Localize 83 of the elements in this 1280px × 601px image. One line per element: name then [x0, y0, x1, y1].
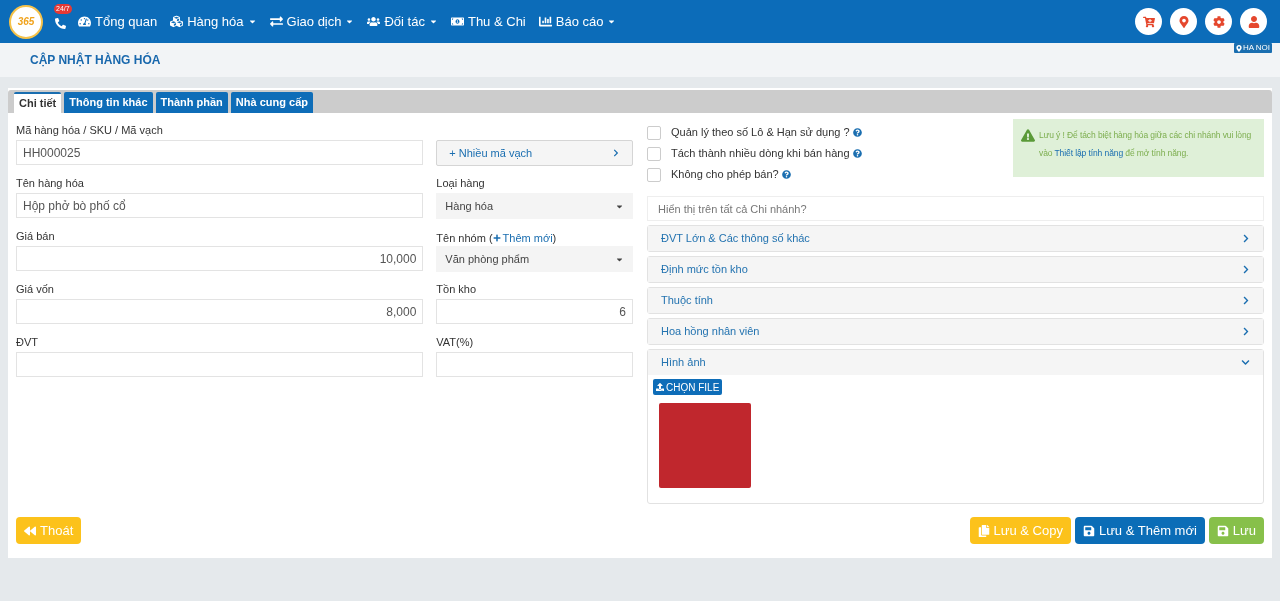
- double-left-icon: [24, 524, 36, 537]
- bar-chart-icon: [538, 15, 552, 28]
- chevron-right-icon: [1242, 296, 1250, 305]
- map-pin-button[interactable]: [1170, 8, 1197, 35]
- chevron-right-icon: [1242, 234, 1250, 243]
- page-title: CẬP NHẬT HÀNG HÓA: [30, 51, 161, 69]
- nav-menu-item[interactable]: Hàng hóa: [170, 11, 257, 32]
- select-field[interactable]: Hàng hóa: [436, 193, 633, 219]
- field-label: VAT(%): [436, 335, 475, 350]
- tab[interactable]: Thành phần: [155, 92, 228, 113]
- accordion-header[interactable]: Thuộc tính: [648, 288, 1263, 313]
- plus-icon: [492, 233, 501, 242]
- cubes-icon: [170, 15, 184, 28]
- cart-button[interactable]: [1135, 8, 1162, 35]
- caret-icon: [345, 17, 355, 26]
- checkbox[interactable]: [647, 167, 661, 182]
- map-pin-icon: [1177, 15, 1190, 28]
- dashboard-icon: [78, 15, 91, 28]
- help-icon[interactable]: [781, 170, 791, 179]
- field-label: Loại hàng: [436, 176, 486, 191]
- chevron-right-icon: [612, 149, 620, 157]
- nav-menu-item[interactable]: Thu & Chi: [450, 11, 526, 32]
- chevron-down-icon: [1241, 358, 1250, 367]
- field-label: Tên hàng hóa: [16, 176, 85, 191]
- chevron-right-icon: [1242, 327, 1250, 336]
- accordion-header[interactable]: ĐVT Lớn & Các thông số khác: [648, 226, 1263, 251]
- input-field[interactable]: 8,000: [16, 299, 424, 324]
- checkbox[interactable]: [647, 146, 661, 161]
- field-label: Giá bán: [16, 229, 56, 244]
- settings-link[interactable]: Thiết lập tính năng: [1054, 148, 1123, 158]
- field-label: Tên nhóm (: [436, 230, 493, 245]
- input-field[interactable]: HH000025: [16, 140, 424, 165]
- settings-icon: [1212, 15, 1225, 28]
- field-label: Mã hàng hóa / SKU / Mã vạch: [16, 123, 164, 138]
- phone-icon[interactable]: [55, 18, 66, 29]
- field-label: ĐVT: [16, 335, 39, 350]
- input-field[interactable]: 6: [436, 299, 633, 324]
- nav-menu-item[interactable]: Tổng quan: [78, 11, 158, 32]
- caret-icon: [247, 17, 257, 26]
- barcodes-button[interactable]: + Nhiều mã vạch: [436, 140, 633, 166]
- add-new-link[interactable]: Thêm mới: [492, 230, 553, 245]
- branch-field[interactable]: Hiển thị trên tất cả Chi nhánh?: [647, 196, 1264, 221]
- accordion-header[interactable]: Hình ảnh: [648, 350, 1263, 375]
- upload-button[interactable]: CHỌN FILE: [653, 379, 723, 395]
- input-field[interactable]: Hộp phở bò phố cổ: [16, 193, 424, 218]
- copy-icon: [977, 524, 990, 537]
- warning-icon: [1021, 129, 1035, 142]
- caret-icon: [428, 17, 438, 26]
- alert-text: Lưu ý ! Để tách biệt hàng hóa giữa các chi nhánh vui lòng vào Thiết lập tính năng để mở tính năng.: [1039, 129, 1253, 160]
- cart-icon: [1142, 15, 1155, 28]
- map-pin-icon: [1235, 44, 1242, 52]
- chevron-right-icon: [1242, 265, 1250, 274]
- help-icon[interactable]: [852, 149, 862, 158]
- user-button[interactable]: [1240, 8, 1267, 35]
- tab[interactable]: Chi tiết: [14, 92, 62, 113]
- checkbox-label: Không cho phép bán?: [671, 167, 779, 183]
- upload-icon: [656, 383, 664, 391]
- nav-menu-item[interactable]: Báo cáo: [538, 11, 617, 32]
- accordion-header[interactable]: Hoa hồng nhân viên: [648, 319, 1263, 344]
- input-field[interactable]: 10,000: [16, 246, 424, 271]
- checkbox[interactable]: [647, 125, 661, 140]
- exchange-arrows-icon: [269, 15, 283, 28]
- input-field[interactable]: [16, 352, 424, 377]
- caret-icon: [607, 17, 617, 26]
- nav-menu-item[interactable]: Giao dịch: [269, 11, 355, 32]
- tab[interactable]: Thông tin khác: [64, 92, 153, 113]
- money-bill-icon: [450, 15, 464, 28]
- checkbox-label: Tách thành nhiều dòng khi bán hàng: [671, 146, 850, 162]
- input-field[interactable]: [436, 352, 633, 377]
- checkbox-label: Quản lý theo số Lô & Hạn sử dụng ?: [671, 125, 850, 141]
- settings-button[interactable]: [1205, 8, 1232, 35]
- help-icon[interactable]: [852, 128, 862, 137]
- nav-menu-item[interactable]: Đối tác: [367, 11, 438, 32]
- field-label: Tồn kho: [436, 282, 478, 297]
- accordion-header[interactable]: Định mức tồn kho: [648, 257, 1263, 282]
- save-button[interactable]: Lưu & Thêm mới: [1074, 517, 1205, 544]
- users-icon: [367, 15, 381, 28]
- tab[interactable]: Nhà cung cấp: [230, 92, 313, 113]
- field-label: ): [552, 230, 557, 245]
- field-label: Giá vốn: [16, 282, 55, 297]
- select-field[interactable]: Văn phòng phẩm: [436, 246, 633, 272]
- branch-badge: HA NOI: [1233, 43, 1272, 53]
- user-icon: [1247, 15, 1260, 28]
